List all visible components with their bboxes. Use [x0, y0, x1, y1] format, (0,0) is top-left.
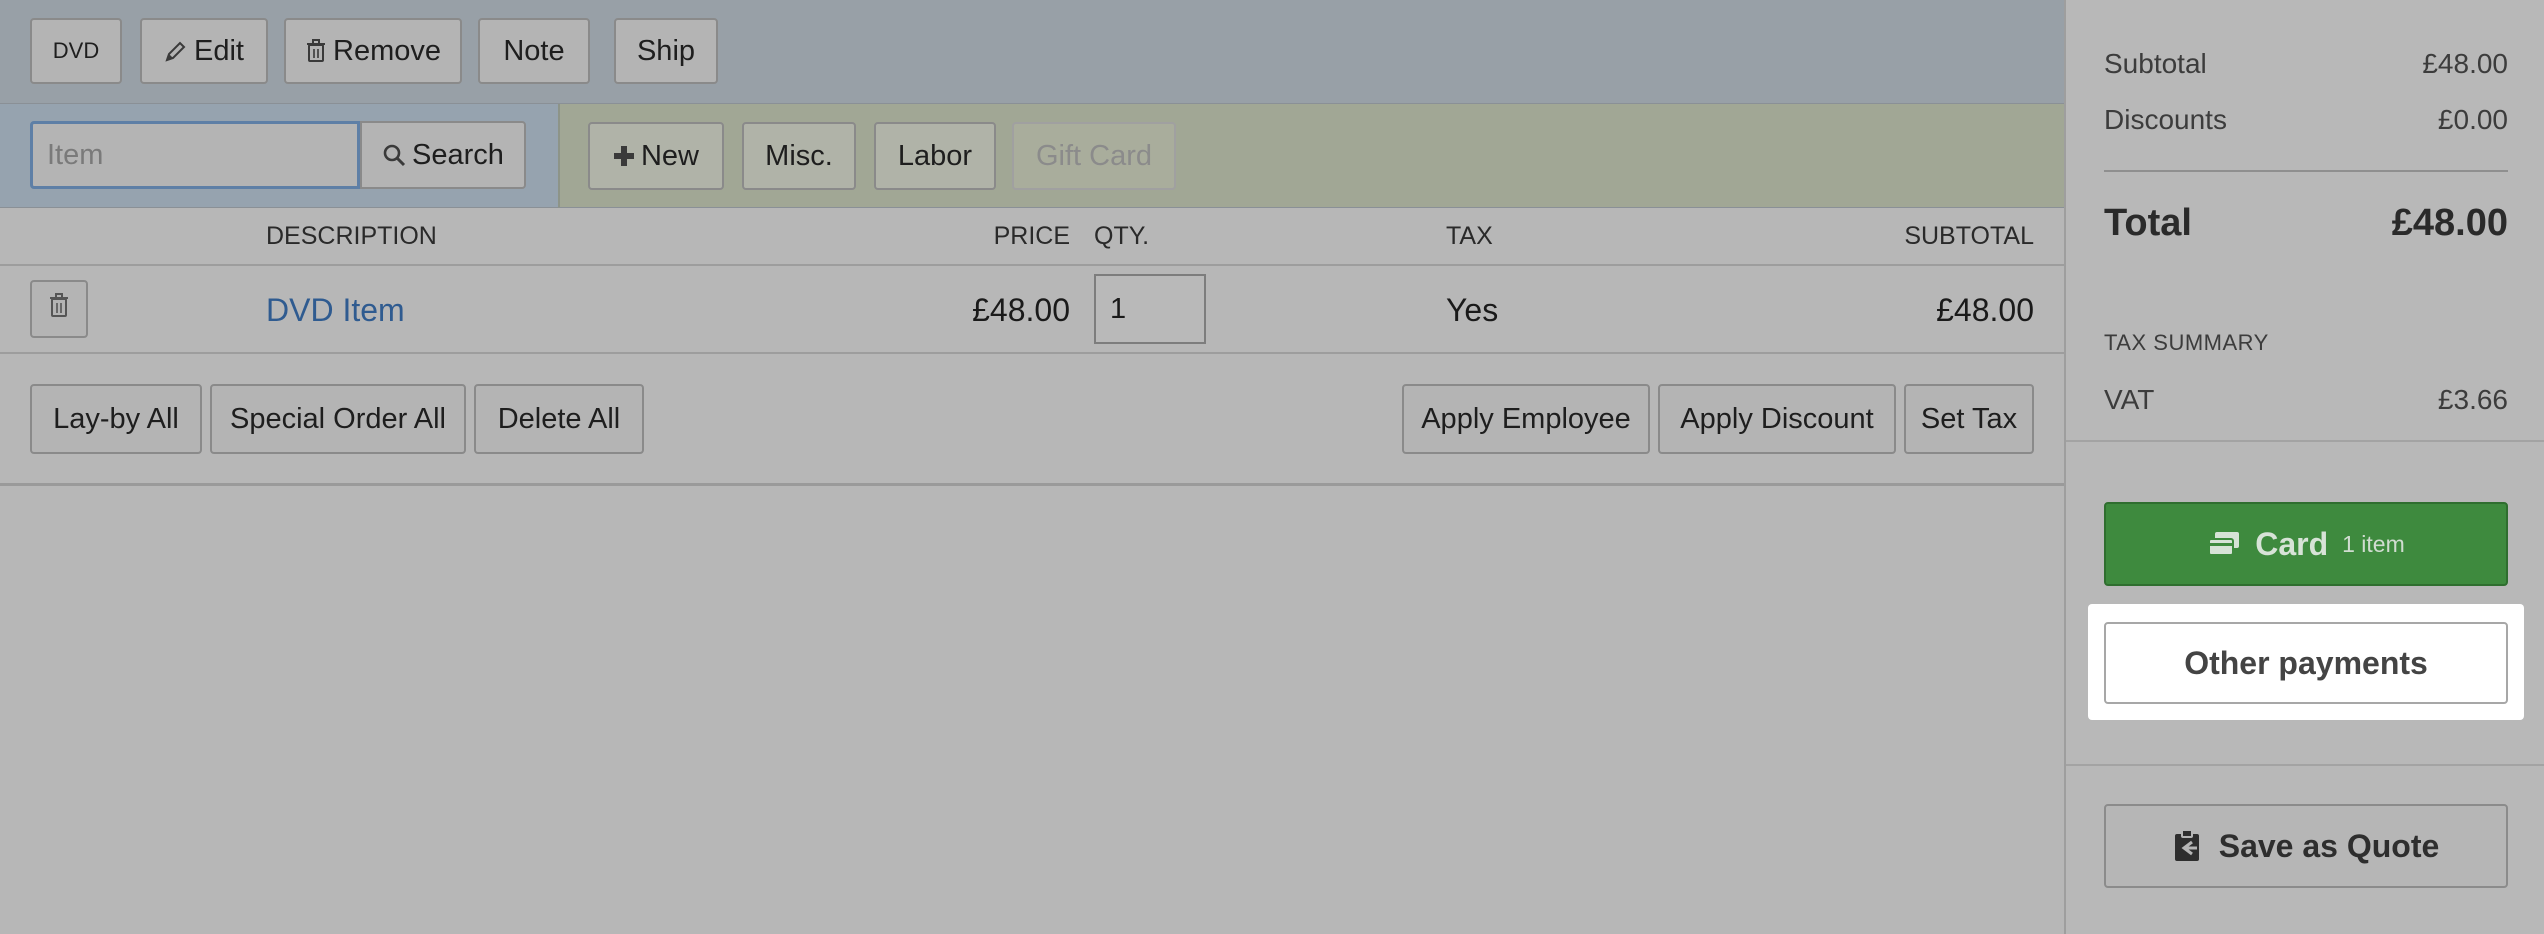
item-tax: Yes	[1446, 292, 1499, 328]
other-payments-button[interactable]: Other payments	[2104, 622, 2508, 704]
header-price: PRICE	[993, 222, 1070, 250]
discounts-value: £0.00	[2437, 104, 2508, 135]
set-tax-button[interactable]: Set Tax	[1904, 384, 2034, 454]
note-button[interactable]: Note	[478, 18, 590, 84]
card-payment-button[interactable]: Card 1 item	[2104, 502, 2508, 586]
search-icon	[382, 143, 406, 167]
subtotal-line: Subtotal £48.00	[2104, 48, 2508, 80]
vat-value: £3.66	[2437, 384, 2508, 415]
apply-discount-label: Apply Discount	[1680, 402, 1874, 435]
labor-item-button[interactable]: Labor	[874, 122, 996, 190]
subtotal-value: £48.00	[2422, 48, 2508, 79]
sale-summary-panel: Subtotal £48.00 Discounts £0.00 Total £4…	[2064, 0, 2544, 934]
sale-main-area: DVD Edit Remove Note Ship Search	[0, 0, 2064, 934]
other-payments-label: Other payments	[2184, 644, 2428, 681]
table-row: DVD Item £48.00 Yes £48.00	[0, 266, 2064, 354]
vat-label: VAT	[2104, 384, 2155, 415]
special-order-all-label: Special Order All	[230, 402, 446, 435]
gift-card-button[interactable]: Gift Card	[1012, 122, 1176, 190]
header-qty: QTY.	[1094, 222, 1150, 250]
discounts-label: Discounts	[2104, 104, 2227, 135]
total-label: Total	[2104, 202, 2192, 244]
header-subtotal: SUBTOTAL	[1904, 222, 2034, 250]
save-as-quote-label: Save as Quote	[2218, 827, 2440, 864]
ship-button[interactable]: Ship	[614, 18, 718, 84]
misc-item-button[interactable]: Misc.	[742, 122, 856, 190]
subtotal-label: Subtotal	[2104, 48, 2207, 79]
dvd-button[interactable]: DVD	[30, 18, 122, 84]
discounts-line: Discounts £0.00	[2104, 104, 2508, 136]
save-as-quote-button[interactable]: Save as Quote	[2104, 804, 2508, 888]
payments-divider	[2066, 764, 2544, 766]
delete-row-button[interactable]	[30, 280, 88, 338]
item-toolbar: DVD Edit Remove Note Ship	[0, 0, 2064, 104]
tax-summary-title: TAX SUMMARY	[2104, 330, 2269, 355]
trash-icon	[305, 39, 327, 63]
apply-employee-label: Apply Employee	[1421, 402, 1631, 435]
delete-all-button[interactable]: Delete All	[474, 384, 644, 454]
layby-all-button[interactable]: Lay-by All	[30, 384, 202, 454]
new-label: New	[640, 139, 699, 172]
item-description-link[interactable]: DVD Item	[266, 292, 405, 329]
total-value: £48.00	[2391, 202, 2508, 244]
new-item-button[interactable]: New	[588, 122, 724, 190]
set-tax-label: Set Tax	[1920, 402, 2018, 435]
apply-discount-button[interactable]: Apply Discount	[1658, 384, 1896, 454]
labor-label: Labor	[897, 139, 973, 172]
total-line: Total £48.00	[2104, 202, 2508, 245]
dvd-label: DVD	[52, 38, 100, 63]
note-label: Note	[503, 34, 565, 67]
credit-card-icon	[2207, 531, 2241, 557]
remove-label: Remove	[333, 34, 441, 67]
header-tax: TAX	[1446, 222, 1493, 250]
cart-actions: Lay-by All Special Order All Delete All …	[0, 354, 2064, 486]
pencil-icon	[164, 39, 188, 63]
search-button[interactable]: Search	[360, 121, 526, 189]
special-order-all-button[interactable]: Special Order All	[210, 384, 466, 454]
search-label: Search	[412, 138, 504, 171]
layby-all-label: Lay-by All	[53, 402, 179, 435]
quantity-input[interactable]	[1094, 274, 1206, 344]
edit-button[interactable]: Edit	[140, 18, 268, 84]
plus-icon	[613, 145, 635, 167]
apply-employee-button[interactable]: Apply Employee	[1402, 384, 1650, 454]
summary-section-divider	[2066, 440, 2544, 442]
edit-label: Edit	[194, 34, 244, 67]
table-header: DESCRIPTION PRICE QTY. TAX SUBTOTAL	[0, 208, 2064, 266]
item-price: £48.00	[972, 292, 1070, 328]
item-subtotal: £48.00	[1936, 292, 2034, 328]
delete-all-label: Delete All	[497, 402, 621, 435]
summary-divider	[2104, 170, 2508, 172]
card-item-count: 1 item	[2342, 530, 2405, 557]
trash-icon	[48, 292, 70, 326]
clipboard-icon	[2173, 829, 2203, 863]
vat-line: VAT £3.66	[2104, 384, 2508, 416]
remove-button[interactable]: Remove	[284, 18, 462, 84]
item-search-input[interactable]	[30, 121, 360, 189]
gift-card-label: Gift Card	[1035, 139, 1153, 172]
misc-label: Misc.	[765, 139, 833, 172]
header-description: DESCRIPTION	[266, 222, 437, 250]
card-label: Card	[2255, 525, 2329, 562]
ship-label: Ship	[636, 34, 696, 67]
other-payments-highlight: Other payments	[2088, 604, 2524, 720]
